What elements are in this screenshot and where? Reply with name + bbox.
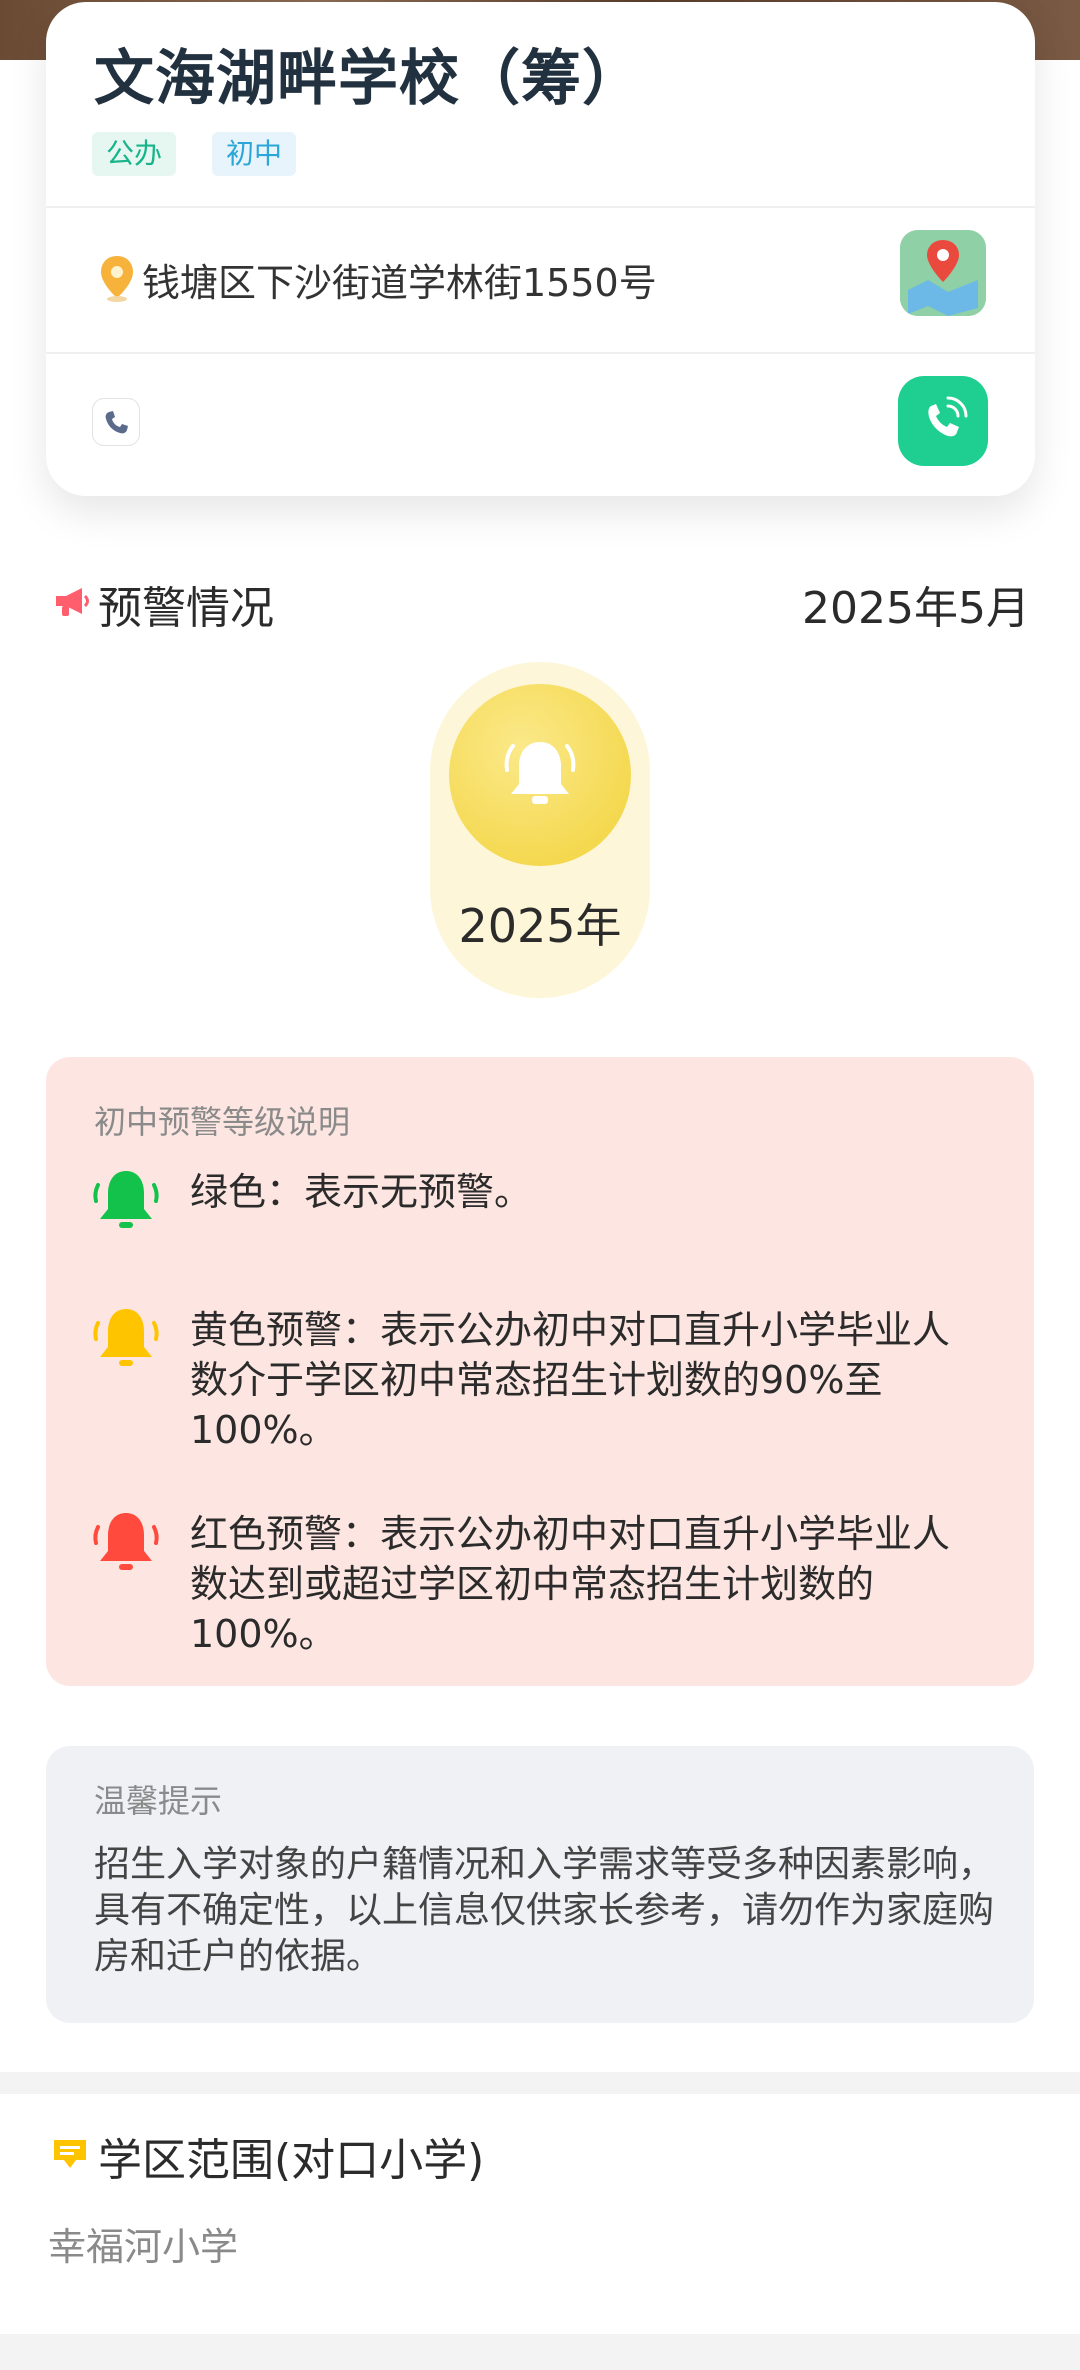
divider xyxy=(46,206,1035,208)
warning-date: 2025年5月 xyxy=(802,583,1030,634)
legend-green-text: 绿色：表示无预警。 xyxy=(190,1170,533,1214)
zone-section-title: 学区范围(对口小学) xyxy=(98,2135,485,2186)
phone-small-icon xyxy=(92,398,140,446)
warning-section-title: 预警情况 xyxy=(98,583,274,634)
green-bell-icon xyxy=(93,1171,159,1228)
school-info-card: 文海湖畔学校（筹） 公办 初中 钱塘区下沙街道学林街1550号 xyxy=(46,2,1035,496)
red-bell-icon xyxy=(93,1513,159,1570)
legend-red-text: 红色预警：表示公办初中对口直升小学毕业人数达到或超过学区初中常态招生计划数的10… xyxy=(190,1512,951,1656)
section-separator xyxy=(0,2072,1080,2094)
school-zone-icon xyxy=(54,2140,86,2168)
yellow-warning-indicator xyxy=(449,684,631,866)
yellow-bell-icon xyxy=(93,1309,159,1366)
school-name: 文海湖畔学校（筹） xyxy=(94,44,643,114)
tag-level: 初中 xyxy=(212,132,297,176)
zone-school-name[interactable]: 幸福河小学 xyxy=(48,2216,238,2271)
warning-legend-card: 初中预警等级说明 绿色：表示无预警。 黄色预警：表示公办初中对口直升小学毕业人数… xyxy=(46,1057,1034,1686)
phone-call-icon xyxy=(928,396,968,437)
divider xyxy=(46,352,1035,354)
call-button[interactable] xyxy=(898,376,988,466)
megaphone-icon xyxy=(56,588,89,616)
tag-public: 公办 xyxy=(92,132,177,176)
map-button[interactable] xyxy=(900,230,986,316)
tip-title: 温馨提示 xyxy=(94,1782,223,1820)
tip-body: 招生入学对象的户籍情况和入学需求等受多种因素影响，具有不确定性，以上信息仅供家长… xyxy=(94,1844,995,1977)
warning-year: 2025年 xyxy=(458,899,622,953)
legend-yellow-text: 黄色预警：表示公办初中对口直升小学毕业人数介于学区初中常态招生计划数的90%至1… xyxy=(190,1308,951,1452)
legend-title: 初中预警等级说明 xyxy=(94,1103,351,1141)
location-pin-icon xyxy=(101,256,133,302)
bell-ring-icon xyxy=(504,742,576,804)
bottom-separator xyxy=(0,2334,1080,2370)
warning-level-badge: 2025年 xyxy=(430,662,650,998)
tip-card: 温馨提示 招生入学对象的户籍情况和入学需求等受多种因素影响，具有不确定性，以上信… xyxy=(46,1746,1034,2023)
school-address: 钱塘区下沙街道学林街1550号 xyxy=(142,261,657,305)
map-icon xyxy=(900,230,986,316)
